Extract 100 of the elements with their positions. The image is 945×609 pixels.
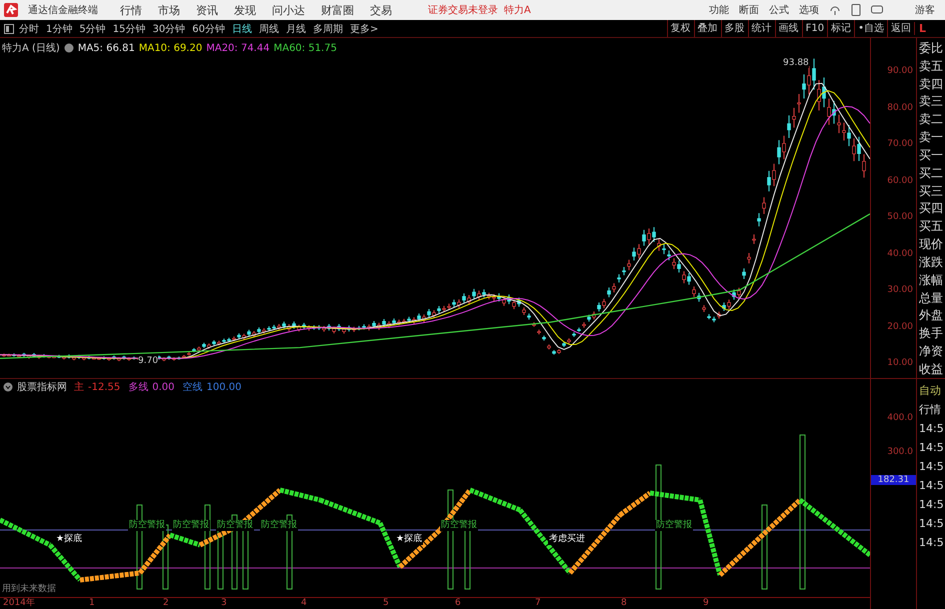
quote-field-label: 卖一 bbox=[919, 129, 944, 146]
period-tab[interactable]: 多周期 bbox=[312, 22, 343, 36]
collapse-icon[interactable] bbox=[3, 382, 13, 392]
tick-list-item: 14:5 bbox=[919, 497, 945, 513]
indicator-label: 空线 bbox=[182, 380, 203, 394]
quote-field-label: 涨跌 bbox=[919, 254, 944, 271]
price-axis-label: 50.00 bbox=[887, 212, 913, 222]
chart-tool-button[interactable]: 标记 bbox=[827, 20, 854, 37]
ma-value: MA20: 74.44 bbox=[206, 42, 270, 54]
tick-list-item: 行情 bbox=[919, 402, 942, 418]
quote-field-label: 卖四 bbox=[919, 76, 944, 93]
quote-field-label: 现价 bbox=[919, 236, 944, 254]
period-tab[interactable]: 周线 bbox=[258, 22, 279, 36]
period-tab[interactable]: 月线 bbox=[286, 22, 306, 36]
chart-tool-button[interactable]: 返回 bbox=[887, 20, 914, 37]
login-status[interactable]: 证券交易未登录 bbox=[428, 3, 498, 17]
axis-label: 1 bbox=[89, 598, 95, 609]
period-tab[interactable]: 5分钟 bbox=[79, 22, 106, 36]
price-axis-label: 20.00 bbox=[887, 322, 913, 332]
message-icon[interactable] bbox=[871, 5, 883, 15]
indicator-label: 多线 bbox=[128, 380, 148, 394]
layout-toggle[interactable]: L bbox=[914, 22, 945, 35]
axis-label: 8 bbox=[621, 598, 627, 609]
period-tab[interactable]: 15分钟 bbox=[112, 22, 146, 36]
indicator-axis-label: 300.0 bbox=[887, 447, 913, 457]
tick-list-item: 14:5 bbox=[919, 535, 945, 551]
signal-label: 防空警报 bbox=[216, 520, 254, 531]
period-tab[interactable]: 30分钟 bbox=[152, 22, 186, 36]
toolbar-item[interactable]: 公式 bbox=[769, 3, 789, 17]
signal-label: ★探底 bbox=[55, 534, 84, 545]
price-axis-label: 70.00 bbox=[887, 139, 913, 149]
period-tab[interactable]: 60分钟 bbox=[192, 22, 225, 36]
signal-label: 防空警报 bbox=[655, 520, 693, 531]
ma-value: MA60: 51.75 bbox=[274, 42, 337, 54]
price-axis-label: 10.00 bbox=[887, 358, 913, 368]
app-name: 通达信金融终端 bbox=[28, 4, 98, 17]
quote-field-label: 买四 bbox=[919, 200, 944, 218]
toolbar-item[interactable]: 断面 bbox=[739, 3, 759, 17]
axis-label: 5 bbox=[383, 598, 389, 609]
axis-label: 2 bbox=[163, 598, 169, 609]
period-tab[interactable]: 分时 bbox=[19, 22, 39, 36]
indicator-value: 0.00 bbox=[152, 382, 175, 392]
cloud-icon[interactable] bbox=[829, 4, 841, 16]
tick-list-item: 14:5 bbox=[919, 421, 945, 437]
indicator-value: 100.00 bbox=[206, 382, 242, 392]
quote-field-label: 买五 bbox=[919, 218, 944, 236]
indicator-axis-label: 400.0 bbox=[887, 413, 913, 423]
signal-label: 防空警报 bbox=[440, 520, 478, 531]
menu-item[interactable]: 交易 bbox=[370, 2, 392, 18]
low-price-label: 9.70 bbox=[138, 356, 158, 366]
phone-icon[interactable] bbox=[851, 4, 861, 16]
chart-title: 特力A (日线) bbox=[2, 42, 60, 55]
user-label[interactable]: 游客 bbox=[915, 3, 935, 17]
quote-field-label: 涨幅 bbox=[919, 272, 944, 289]
chart-tool-button[interactable]: F10 bbox=[802, 20, 828, 37]
menu-item[interactable]: 行情 bbox=[120, 2, 142, 18]
quote-field-label: 收益 bbox=[919, 360, 944, 378]
chart-tool-button[interactable]: •自选 bbox=[854, 20, 887, 37]
axis-label: 2014年 bbox=[3, 598, 35, 609]
ma-value: MA10: 69.20 bbox=[138, 42, 202, 54]
chart-tool-button[interactable]: 统计 bbox=[748, 20, 775, 37]
quote-field-label: 卖五 bbox=[919, 58, 944, 75]
quote-field-label: 买二 bbox=[919, 164, 944, 182]
chart-tool-button[interactable]: 画线 bbox=[774, 20, 802, 37]
axis-label: 6 bbox=[455, 598, 461, 609]
indicator-label: 主 bbox=[74, 380, 84, 394]
price-axis-label: 30.00 bbox=[887, 285, 913, 295]
quote-field-label: 买一 bbox=[919, 146, 944, 164]
period-tab[interactable]: 1分钟 bbox=[46, 22, 72, 36]
axis-label: 7 bbox=[535, 598, 541, 609]
price-axis-label: 40.00 bbox=[887, 248, 913, 258]
tick-list-item: 14:5 bbox=[919, 440, 945, 456]
quote-field-label: 总量 bbox=[919, 290, 944, 307]
toolbar-item[interactable]: 选项 bbox=[799, 3, 819, 17]
signal-label: 防空警报 bbox=[128, 520, 166, 531]
ma-value: MA5: 66.81 bbox=[78, 42, 135, 54]
panel-toggle-icon[interactable] bbox=[4, 24, 14, 34]
menu-item[interactable]: 市场 bbox=[158, 2, 180, 18]
tick-list-item: 自动 bbox=[919, 383, 942, 399]
toolbar-item[interactable]: 功能 bbox=[709, 3, 729, 17]
axis-label: 9 bbox=[703, 598, 709, 609]
quote-field-label: 卖三 bbox=[919, 93, 944, 110]
quote-field-label: 买三 bbox=[919, 182, 944, 200]
signal-label: 防空警报 bbox=[172, 520, 210, 531]
tick-list-item: 14:5 bbox=[919, 516, 945, 532]
quote-field-label: 净资 bbox=[919, 343, 944, 360]
tick-list-item: 14:5 bbox=[919, 459, 945, 475]
menu-item[interactable]: 财富圈 bbox=[321, 2, 354, 18]
menu-item[interactable]: 发现 bbox=[234, 2, 256, 18]
menu-item[interactable]: 问小达 bbox=[272, 2, 305, 18]
chart-tool-button[interactable]: 复权 bbox=[666, 20, 694, 37]
chart-tool-button[interactable]: 多股 bbox=[720, 20, 748, 37]
menu-item[interactable]: 资讯 bbox=[196, 2, 218, 18]
period-tab[interactable]: 日线 bbox=[232, 22, 252, 36]
quote-field-label: 委比 bbox=[919, 40, 944, 57]
quote-field-label: 换手 bbox=[919, 325, 944, 342]
signal-label: ★探底 bbox=[395, 534, 424, 545]
period-tab[interactable]: 更多> bbox=[350, 22, 378, 36]
chart-tool-button[interactable]: 叠加 bbox=[694, 20, 721, 37]
stock-name: 特力A bbox=[504, 4, 531, 17]
